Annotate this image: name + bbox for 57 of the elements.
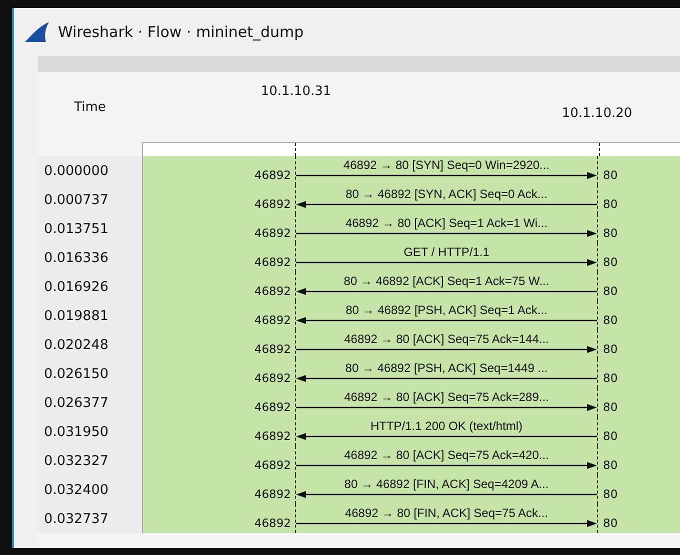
time-cell: 0.000737 [44,192,108,208]
shark-fin-icon [24,21,50,43]
port-label: 80 [603,458,618,472]
message-label: GET / HTTP/1.1 [404,245,490,259]
message-label: 80 → 46892 [ACK] Seq=1 Ack=75 W... [344,274,550,288]
port-label: 46892 [254,342,291,356]
port-label: 80 [603,516,618,530]
port-label: 80 [603,371,618,385]
port-label: 80 [603,313,618,327]
time-column-header: Time [74,100,106,114]
message-label: 80 → 46892 [PSH, ACK] Seq=1449 ... [345,361,548,375]
port-label: 46892 [254,429,291,443]
port-label: 46892 [254,197,291,211]
time-cell: 0.016926 [44,278,108,294]
port-label: 46892 [254,313,291,327]
host-label: 10.1.10.31 [260,84,332,99]
time-cell: 0.020248 [44,336,108,352]
time-cell: 0.032400 [44,482,108,498]
message-label: 46892 → 80 [SYN] Seq=0 Win=2920... [343,158,550,172]
message-label: 80 → 46892 [FIN, ACK] Seq=4209 A... [344,477,549,491]
time-cell: 0.026150 [44,366,108,382]
port-label: 46892 [254,371,291,385]
message-label: 46892 → 80 [ACK] Seq=75 Ack=289... [344,390,549,404]
message-label: 80 → 46892 [SYN, ACK] Seq=0 Ack... [346,187,548,201]
port-label: 46892 [254,226,291,240]
port-label: 80 [603,284,618,298]
port-label: 80 [603,255,618,269]
port-label: 80 [603,487,618,501]
host-label: 10.1.10.20 [562,106,632,121]
port-label: 46892 [254,255,291,269]
message-label: 80 → 46892 [PSH, ACK] Seq=1 Ack... [346,303,548,317]
port-label: 46892 [254,487,291,501]
time-cell: 0.032737 [44,510,108,526]
port-label: 46892 [254,284,291,298]
port-label: 80 [603,342,618,356]
port-label: 80 [603,400,618,414]
message-label: HTTP/1.1 200 OK (text/html) [370,419,523,433]
port-label: 46892 [254,400,291,414]
message-label: 46892 → 80 [ACK] Seq=1 Ack=1 Wi... [345,216,548,230]
time-cell: 0.026377 [44,394,108,410]
time-cell: 0.032327 [44,452,108,468]
time-cell: 0.000000 [44,162,108,178]
port-label: 80 [603,197,618,211]
time-cell: 0.031950 [44,424,108,440]
port-label: 46892 [254,516,291,530]
time-cell: 0.016336 [44,250,108,266]
port-label: 80 [603,429,618,443]
message-label: 46892 → 80 [FIN, ACK] Seq=75 Ack... [344,506,548,520]
window-title: Wireshark · Flow · mininet_dump [58,23,304,41]
time-cell: 0.013751 [44,220,108,236]
time-cell: 0.019881 [44,308,108,324]
port-label: 46892 [254,458,291,472]
port-label: 46892 [254,168,291,182]
port-label: 80 [603,226,618,240]
message-label: 46892 → 80 [ACK] Seq=75 Ack=420... [344,448,549,462]
message-label: 46892 → 80 [ACK] Seq=75 Ack=144... [344,332,549,346]
port-label: 80 [603,168,618,182]
